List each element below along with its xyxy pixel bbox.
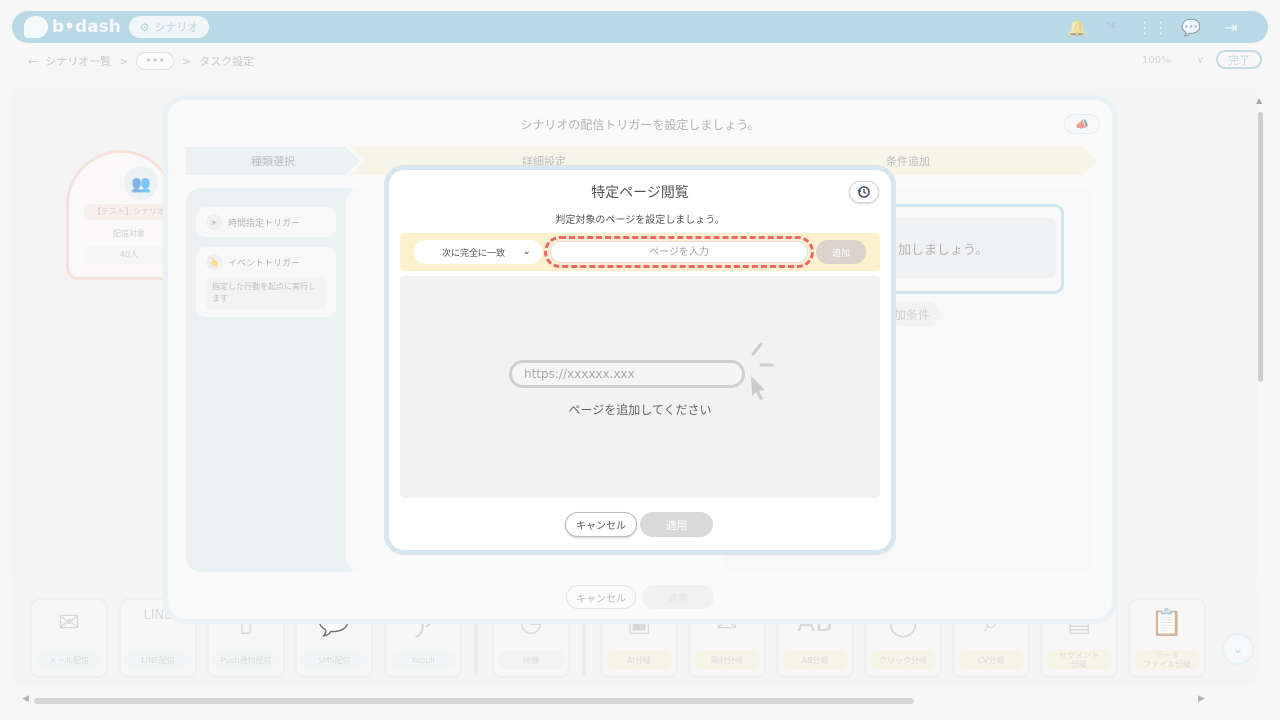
- chevron-down-icon: ⌄: [523, 247, 531, 257]
- match-type-select[interactable]: 次に完全に一致 ⌄: [414, 240, 542, 264]
- click-cursor-icon: [751, 342, 774, 400]
- modal-subtitle: 判定対象のページを設定しましょう。: [555, 215, 725, 226]
- page-input[interactable]: [550, 241, 808, 263]
- empty-state-text: ページを追加してください: [568, 403, 712, 417]
- add-page-button[interactable]: 追加: [816, 240, 866, 264]
- modal-apply-button[interactable]: 適用: [640, 512, 713, 537]
- modal-cancel-button[interactable]: キャンセル: [565, 512, 637, 537]
- modal-title: 特定ページ閲覧: [591, 185, 689, 201]
- match-type-value: 次に完全に一致: [442, 248, 506, 259]
- history-icon[interactable]: [849, 181, 879, 203]
- url-illustration: https://xxxxxx.xxx: [509, 360, 745, 388]
